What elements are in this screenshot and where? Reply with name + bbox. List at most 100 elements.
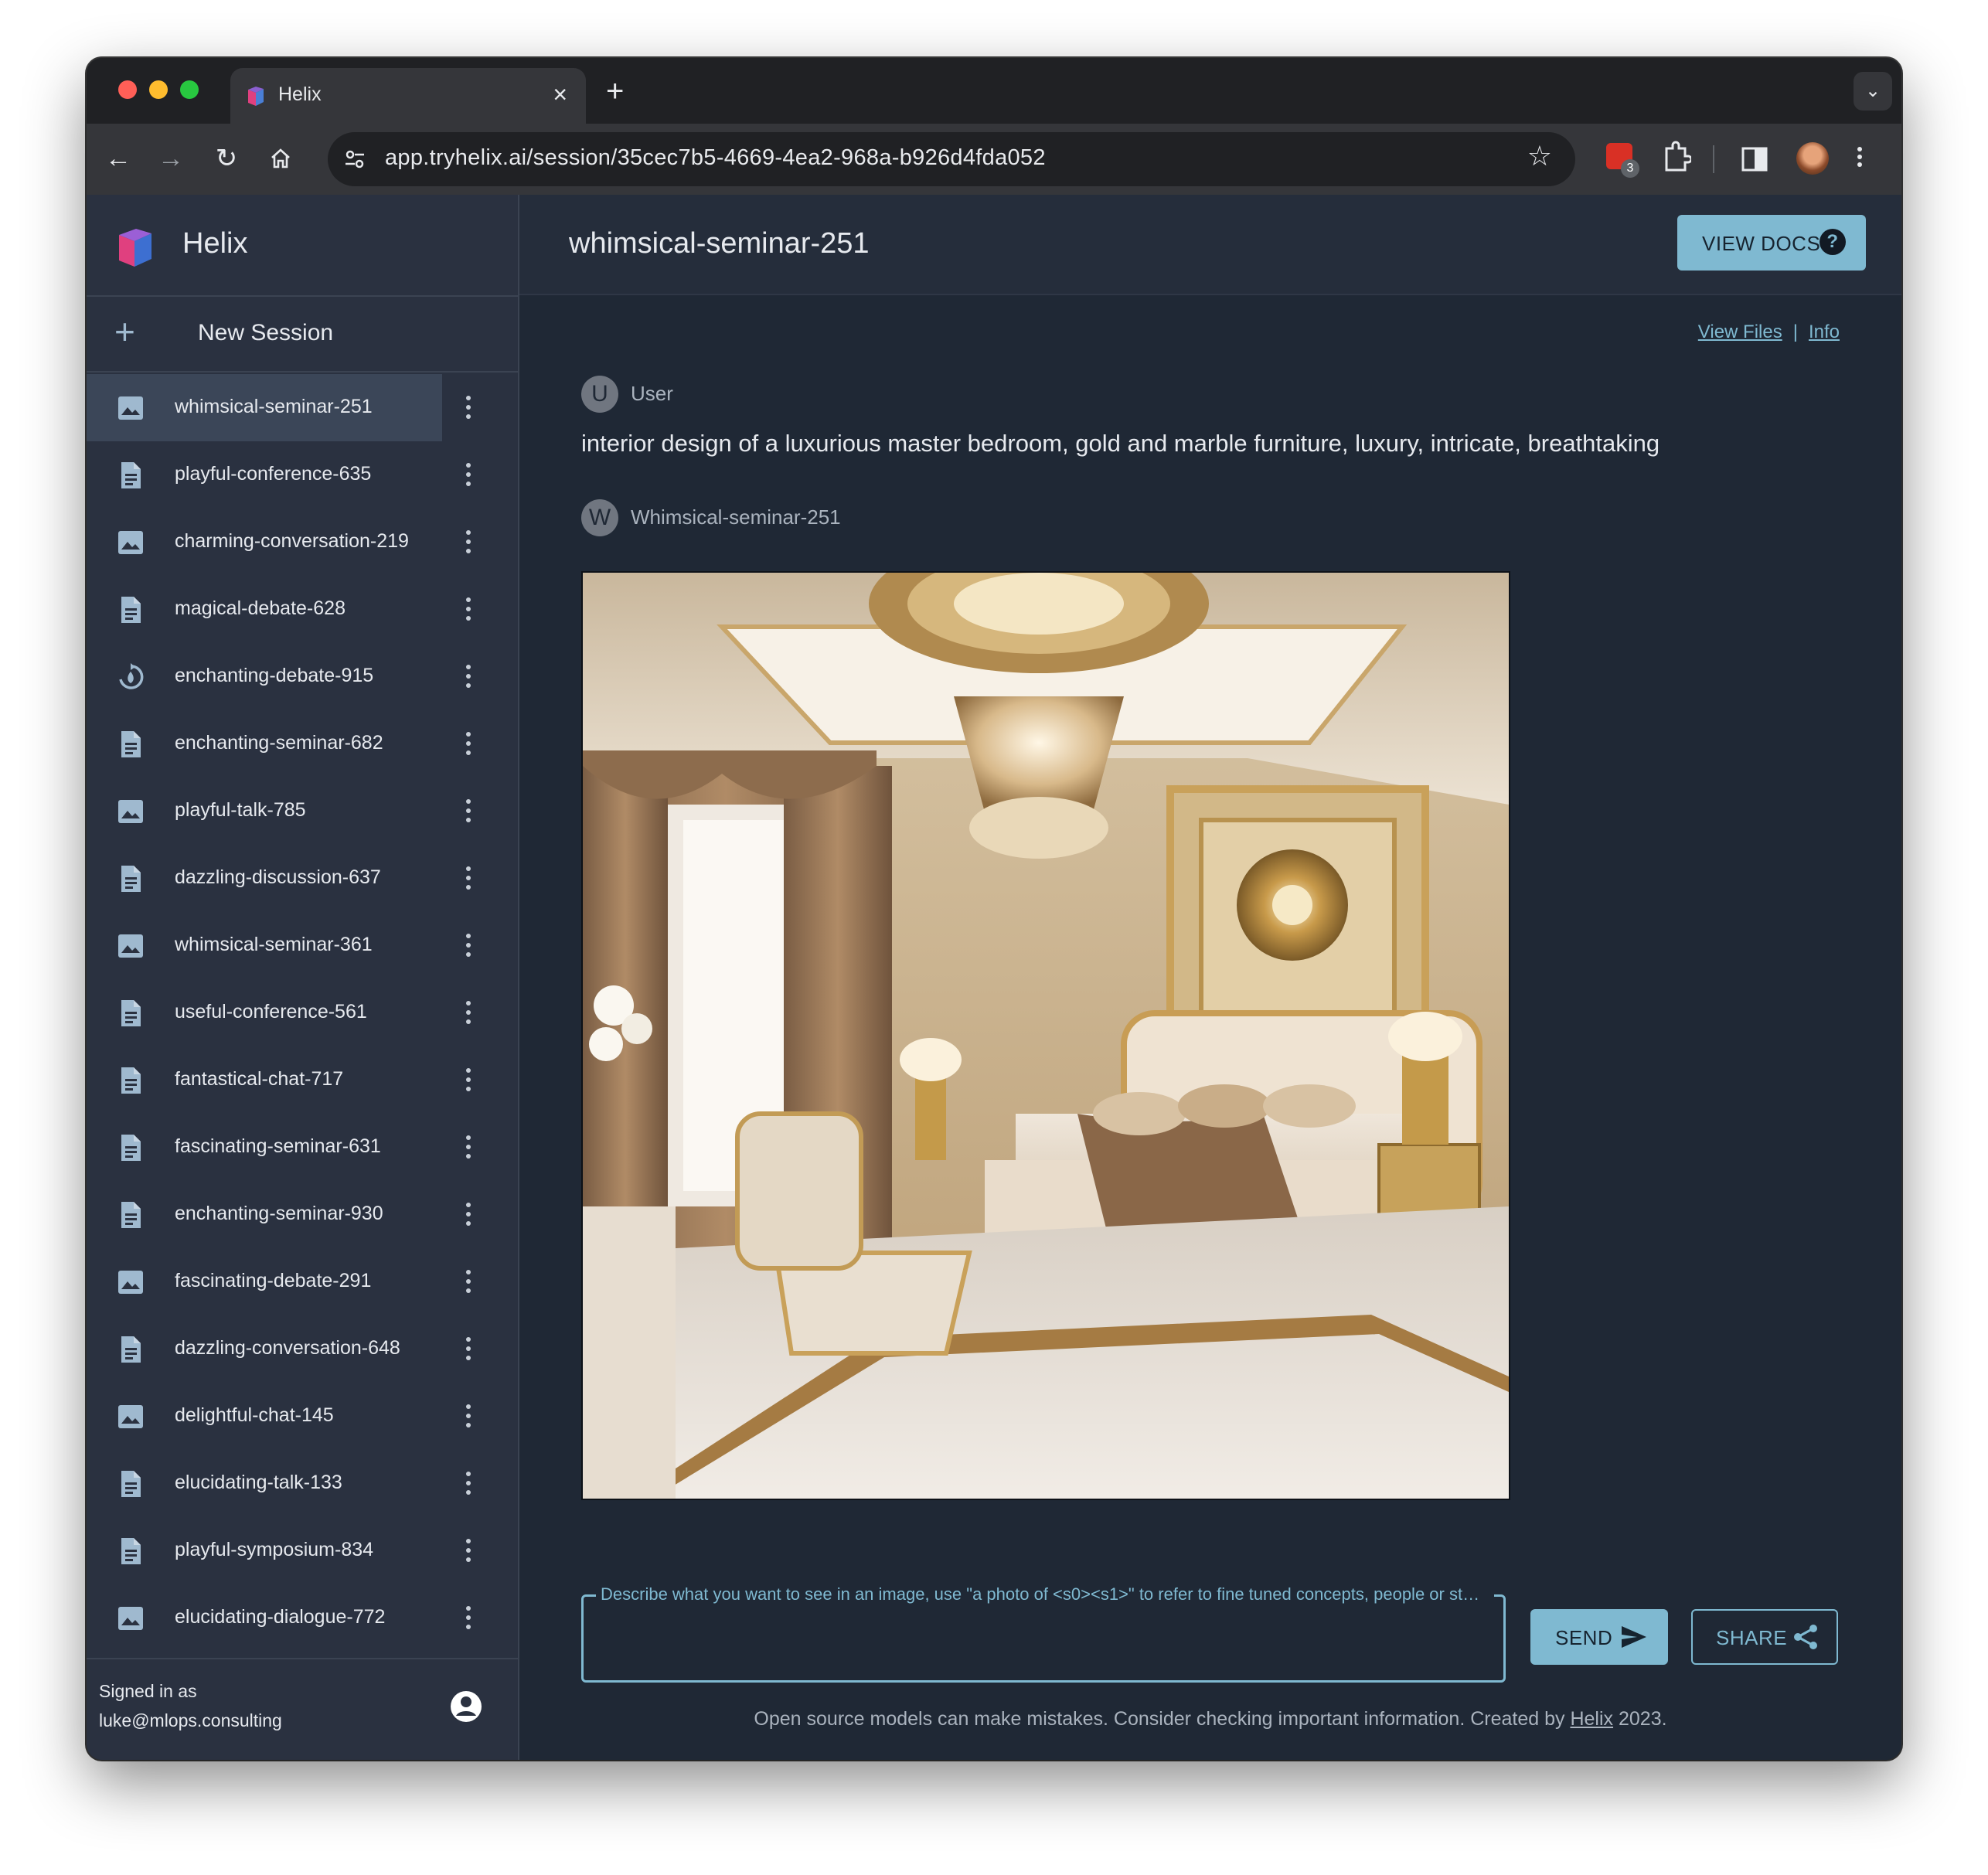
footer-disclaimer: Open source models can make mistakes. Co…: [519, 1708, 1901, 1730]
session-label: whimsical-seminar-361: [175, 934, 373, 955]
send-button[interactable]: SEND: [1530, 1609, 1668, 1665]
more-vert-icon[interactable]: [461, 1601, 476, 1635]
session-item[interactable]: whimsical-seminar-361: [87, 912, 518, 979]
more-vert-icon[interactable]: [461, 660, 476, 694]
side-panel-icon[interactable]: [1741, 145, 1768, 173]
session-item[interactable]: delightful-chat-145: [87, 1383, 518, 1450]
image-icon: [116, 393, 145, 423]
document-icon: [116, 1335, 145, 1364]
view-docs-button[interactable]: VIEW DOCS ?: [1677, 215, 1866, 271]
more-vert-icon[interactable]: [461, 1265, 476, 1299]
bedroom-illustration: [583, 573, 1509, 1499]
session-item[interactable]: fantastical-chat-717: [87, 1046, 518, 1114]
signed-in-label: Signed in as: [99, 1681, 197, 1701]
home-icon[interactable]: [261, 139, 300, 178]
more-vert-icon[interactable]: [461, 593, 476, 627]
session-label: playful-conference-635: [175, 463, 372, 485]
browser-menu-icon[interactable]: [1857, 144, 1863, 170]
prompt-input[interactable]: Describe what you want to see in an imag…: [581, 1584, 1506, 1683]
minimize-window-button[interactable]: [149, 80, 168, 99]
session-item[interactable]: enchanting-seminar-930: [87, 1181, 518, 1248]
session-label: fantastical-chat-717: [175, 1068, 344, 1090]
more-vert-icon[interactable]: [461, 1198, 476, 1232]
footer-helix-link[interactable]: Helix: [1570, 1708, 1613, 1730]
session-label: elucidating-talk-133: [175, 1472, 342, 1493]
site-info-icon[interactable]: [343, 148, 366, 171]
session-label: playful-symposium-834: [175, 1539, 374, 1560]
session-label: elucidating-dialogue-772: [175, 1606, 386, 1628]
more-vert-icon[interactable]: [461, 862, 476, 896]
plus-icon: +: [114, 311, 135, 352]
session-item[interactable]: playful-conference-635: [87, 441, 518, 509]
session-item[interactable]: magical-debate-628: [87, 576, 518, 643]
maximize-window-button[interactable]: [180, 80, 199, 99]
more-vert-icon[interactable]: [461, 795, 476, 829]
tab-close-icon[interactable]: ×: [553, 79, 567, 110]
tab-search-button[interactable]: ⌄: [1854, 72, 1892, 111]
footer-text: Open source models can make mistakes. Co…: [754, 1708, 1571, 1730]
session-item[interactable]: playful-talk-785: [87, 778, 518, 845]
browser-tab[interactable]: Helix ×: [230, 68, 586, 124]
document-icon: [116, 1200, 145, 1230]
session-item[interactable]: useful-conference-561: [87, 979, 518, 1046]
browser-window: Helix × + ⌄ ← → ↻ app.tryhelix.ai/sessio…: [87, 58, 1901, 1760]
session-item[interactable]: dazzling-discussion-637: [87, 845, 518, 912]
brand-header: Helix: [87, 195, 518, 297]
session-item[interactable]: playful-symposium-834: [87, 1517, 518, 1584]
more-vert-icon[interactable]: [461, 996, 476, 1030]
session-item[interactable]: elucidating-talk-133: [87, 1450, 518, 1517]
share-label: SHARE: [1716, 1626, 1788, 1649]
session-label: playful-talk-785: [175, 799, 306, 821]
document-icon: [116, 999, 145, 1028]
session-title: whimsical-seminar-251: [569, 227, 870, 260]
new-session-button[interactable]: + New Session: [87, 297, 518, 373]
document-icon: [116, 864, 145, 893]
extensions-puzzle-icon[interactable]: [1660, 141, 1691, 175]
image-icon: [116, 1402, 145, 1431]
more-vert-icon[interactable]: [461, 391, 476, 425]
session-item[interactable]: elucidating-dialogue-772: [87, 1584, 518, 1652]
more-vert-icon[interactable]: [461, 1467, 476, 1501]
address-bar[interactable]: app.tryhelix.ai/session/35cec7b5-4669-4e…: [328, 132, 1575, 186]
session-label: fascinating-seminar-631: [175, 1135, 381, 1157]
help-icon: ?: [1819, 229, 1846, 255]
more-vert-icon[interactable]: [461, 1063, 476, 1097]
session-item[interactable]: dazzling-conversation-648: [87, 1315, 518, 1383]
extension-badge: 3: [1621, 159, 1639, 178]
reload-icon[interactable]: ↻: [207, 139, 246, 178]
view-files-link[interactable]: View Files: [1698, 322, 1782, 342]
back-icon[interactable]: ←: [99, 139, 138, 178]
account-circle-icon[interactable]: [450, 1690, 482, 1723]
session-item[interactable]: enchanting-debate-915: [87, 643, 518, 710]
assistant-avatar: W: [581, 499, 618, 536]
more-vert-icon[interactable]: [461, 1534, 476, 1568]
profile-avatar[interactable]: [1796, 142, 1829, 175]
new-tab-button[interactable]: +: [606, 72, 624, 111]
share-button[interactable]: SHARE: [1691, 1609, 1838, 1665]
helix-logo-icon: [119, 229, 151, 267]
more-vert-icon[interactable]: [461, 1131, 476, 1165]
send-label: SEND: [1555, 1626, 1613, 1649]
session-item[interactable]: fascinating-debate-291: [87, 1248, 518, 1315]
brand-name: Helix: [182, 227, 248, 260]
session-item[interactable]: enchanting-seminar-682: [87, 710, 518, 778]
more-vert-icon[interactable]: [461, 458, 476, 492]
more-vert-icon[interactable]: [461, 1400, 476, 1434]
forward-icon[interactable]: →: [151, 139, 190, 178]
session-item[interactable]: fascinating-seminar-631: [87, 1114, 518, 1181]
main-header: whimsical-seminar-251 VIEW DOCS ?: [519, 195, 1901, 295]
toolbar-divider: [1713, 145, 1714, 173]
info-link[interactable]: Info: [1809, 322, 1840, 342]
main-panel: whimsical-seminar-251 VIEW DOCS ? View F…: [519, 195, 1901, 1760]
more-vert-icon[interactable]: [461, 929, 476, 963]
session-label: charming-conversation-219: [175, 530, 409, 552]
session-item[interactable]: charming-conversation-219: [87, 509, 518, 576]
generated-image[interactable]: [581, 571, 1510, 1500]
session-item[interactable]: whimsical-seminar-251: [87, 374, 518, 441]
bookmark-star-icon[interactable]: ☆: [1527, 140, 1552, 172]
more-vert-icon[interactable]: [461, 1332, 476, 1366]
more-vert-icon[interactable]: [461, 727, 476, 761]
document-icon: [116, 1066, 145, 1095]
more-vert-icon[interactable]: [461, 526, 476, 560]
close-window-button[interactable]: [118, 80, 137, 99]
